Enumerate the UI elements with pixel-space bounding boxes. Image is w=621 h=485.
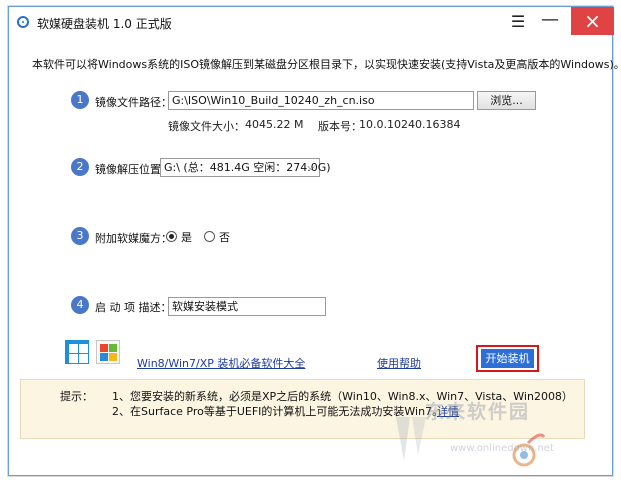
magic-cube-no-label: 否 <box>219 231 230 244</box>
boot-description-input[interactable]: 软媒安装模式 <box>168 297 326 316</box>
title-bar: 软媒硬盘装机 1.0 正式版 ☰ — × <box>9 7 614 37</box>
magic-cube-yes-label: 是 <box>181 231 192 244</box>
image-path-input[interactable]: G:\ISO\Win10_Build_10240_zh_cn.iso <box>168 91 474 110</box>
help-link[interactable]: 使用帮助 <box>377 355 421 371</box>
chevron-down-icon: ⌵ <box>307 162 315 173</box>
step-2-badge: 2 <box>71 158 89 176</box>
close-icon[interactable]: × <box>571 7 614 35</box>
version-value: 10.0.10240.16384 <box>359 118 461 131</box>
extract-location-value: G:\ (总：481.4G 空闲：274.0G) <box>164 161 331 174</box>
version-label: 版本号： <box>318 120 362 133</box>
app-logo-icon <box>17 16 29 28</box>
windows7-logo-icon[interactable] <box>96 340 120 364</box>
step-4-label: 启 动 项 描述： <box>95 301 172 314</box>
magic-cube-no-radio[interactable]: 否 <box>204 229 230 245</box>
radio-unchecked-icon <box>204 231 215 242</box>
minimize-icon[interactable]: — <box>537 9 563 35</box>
step-1-badge: 1 <box>71 91 89 109</box>
software-collection-link[interactable]: Win8/Win7/XP 装机必备软件大全 <box>137 355 305 371</box>
intro-text: 本软件可以将Windows系统的ISO镜像解压到某磁盘分区根目录下，以实现快速安… <box>32 58 621 71</box>
image-size-label: 镜像文件大小： <box>168 120 245 133</box>
watermark-url: www.onlinedown.net <box>450 443 554 454</box>
step-3-badge: 3 <box>71 227 89 245</box>
radio-checked-icon <box>166 231 177 242</box>
hamburger-icon[interactable]: ☰ <box>505 9 531 35</box>
tips-label: 提示： <box>60 390 93 403</box>
windows8-logo-icon[interactable] <box>65 340 89 364</box>
step-4-badge: 4 <box>71 296 89 314</box>
extract-location-select[interactable]: G:\ (总：481.4G 空闲：274.0G) ⌵ <box>160 158 331 177</box>
start-install-button[interactable]: 开始装机 <box>481 349 534 368</box>
magic-cube-yes-radio[interactable]: 是 <box>166 229 192 245</box>
window-title: 软媒硬盘装机 1.0 正式版 <box>37 17 172 31</box>
image-size-value: 4045.22 M <box>245 118 304 131</box>
browse-button[interactable]: 浏览... <box>477 91 536 110</box>
step-3-label: 附加软媒魔方： <box>95 232 172 245</box>
tip-line-2: 2、在Surface Pro等基于UEFI的计算机上可能无法成功安装Win7。 <box>112 405 444 418</box>
watermark-text: 东来软件园 <box>425 401 531 423</box>
step-1-label: 镜像文件路径： <box>95 96 172 109</box>
